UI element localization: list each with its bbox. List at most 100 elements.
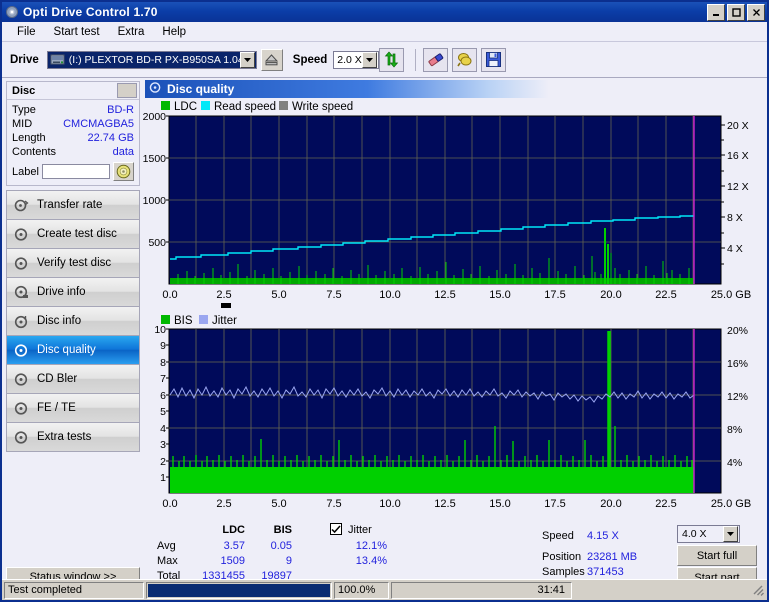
disc-write-icon (14, 227, 29, 242)
sidebar-item-label: Transfer rate (37, 199, 103, 211)
sidebar-item-cd-bler[interactable]: CD Bler (6, 364, 140, 393)
disc-extra-icon (14, 430, 29, 445)
ytick-left-9: 9 (160, 340, 166, 352)
sidebar: Disc Type BD-R MID CMCMAGBA5 Length 22.7… (2, 78, 143, 587)
stats-bis-max: 9 (285, 555, 292, 567)
eject-button[interactable] (260, 48, 283, 71)
resize-grip-icon[interactable] (751, 583, 765, 597)
sidebar-item-label: CD Bler (37, 373, 78, 385)
drive-select[interactable]: (I:) PLEXTOR BD-R PX-B950SA 1.04 (46, 50, 257, 69)
stats-col-header-bis: BIS (273, 524, 292, 536)
magnifier-icon[interactable] (452, 47, 478, 72)
ytick-left-10: 10 (154, 324, 166, 336)
xtick-17.5: 17.5 (544, 289, 565, 301)
xtick-0: 0.0 (162, 289, 177, 301)
main-header: Disc quality (145, 80, 549, 98)
window-title: Opti Drive Control 1.70 (23, 5, 158, 19)
menu-item-help[interactable]: Help (153, 24, 195, 40)
speed-select[interactable]: 2.0 X (333, 50, 380, 69)
drive-select-arrow[interactable] (239, 51, 255, 68)
maximize-button[interactable] (727, 3, 745, 21)
disc-row-type-value: BD-R (107, 104, 134, 116)
speed-select-arrow[interactable] (362, 51, 378, 68)
xtick-25: 25.0 GB (711, 289, 751, 301)
menu-bar: File Start test Extra Help (2, 22, 767, 42)
start-full-button[interactable]: Start full (677, 545, 757, 566)
top-chart-svg: LDC Read speed Write speed 2000 1500 100… (143, 98, 765, 313)
stats-samples-value: 371453 (587, 566, 624, 578)
sidebar-item-verify-test-disc[interactable]: Verify test disc (6, 248, 140, 277)
main-panel: Disc quality LDC Read speed Write speed (143, 78, 767, 588)
stats-ldc-max: 1509 (220, 555, 245, 567)
minimize-button[interactable] (707, 3, 725, 21)
sidebar-item-label: Verify test disc (37, 257, 112, 269)
sidebar-item-create-test-disc[interactable]: Create test disc (6, 219, 140, 248)
ytick-right-12pct: 12% (727, 391, 748, 403)
stats-position-value: 23281 MB (587, 551, 638, 563)
sidebar-item-disc-info[interactable]: Disc info (6, 306, 140, 335)
page-title: Disc quality (167, 82, 235, 96)
xtick-10: 10.0 (379, 498, 400, 510)
xtick-22.5: 22.5 (655, 498, 676, 510)
sidebar-item-drive-info[interactable]: Drive info (6, 277, 140, 306)
test-speed-select-arrow[interactable] (723, 526, 738, 542)
save-icon[interactable] (481, 47, 507, 72)
jitter-label: Jitter (348, 524, 372, 536)
sidebar-item-extra-tests[interactable]: Extra tests (6, 422, 140, 452)
disc-panel-header: Disc (7, 82, 139, 100)
disc-row-type-key: Type (12, 104, 36, 116)
status-message: Test completed (4, 581, 144, 599)
stats-row-label-max: Max (157, 555, 178, 567)
disc-label-input[interactable] (41, 164, 110, 179)
ytick-left-2: 2 (160, 456, 166, 468)
legend-swatch-jitter (199, 315, 208, 324)
legend-swatch-write-speed (279, 101, 288, 110)
xtick-20: 20.0 (600, 498, 621, 510)
menu-item-file[interactable]: File (8, 24, 45, 40)
test-speed-select[interactable]: 4.0 X (677, 525, 740, 543)
sidebar-item-label: Drive info (37, 286, 86, 298)
disc-fete-icon (14, 401, 29, 416)
menu-item-start-test[interactable]: Start test (45, 24, 109, 40)
disc-rate-icon (14, 198, 29, 213)
ytick-left-3: 3 (160, 439, 166, 451)
test-speed-select-value: 4.0 X (682, 528, 707, 540)
sidebar-item-label: Extra tests (37, 431, 92, 443)
menu-item-extra[interactable]: Extra (109, 24, 154, 40)
sidebar-item-label: Disc quality (37, 344, 96, 356)
sidebar-item-disc-quality[interactable]: Disc quality (6, 335, 140, 364)
sidebar-item-transfer-rate[interactable]: Transfer rate (6, 190, 140, 219)
sidebar-nav: Transfer rate Create test disc Verify te… (6, 190, 140, 452)
stats-row-label-avg: Avg (157, 540, 176, 552)
refresh-icon[interactable] (379, 47, 405, 72)
legend-label-write-speed: Write speed (292, 101, 353, 113)
disc-row-length: Length 22.74 GB (12, 131, 134, 145)
status-bar: Test completed 100.0% 31:41 (2, 579, 767, 600)
disc-row-mid-value: CMCMAGBA5 (63, 118, 134, 130)
disc-row-length-value: 22.74 GB (87, 132, 134, 144)
stats-ldc-avg: 3.57 (223, 540, 245, 552)
disc-bler-icon (14, 372, 29, 387)
xtick-25: 25.0 GB (711, 498, 751, 510)
stats-jitter-max: 13.4% (355, 555, 387, 567)
xtick-2.5: 2.5 (216, 498, 231, 510)
top-chart: LDC Read speed Write speed 2000 1500 100… (143, 98, 767, 313)
stats-samples-label: Samples (542, 566, 585, 578)
eraser-icon[interactable] (423, 47, 449, 72)
xtick-22.5: 22.5 (655, 289, 676, 301)
disc-row-mid: MID CMCMAGBA5 (12, 117, 134, 131)
cd-icon[interactable] (113, 162, 134, 181)
disc-panel-title: Disc (12, 84, 36, 97)
sidebar-item-fe-te[interactable]: FE / TE (6, 393, 140, 422)
bottom-chart: BIS Jitter 10 9 8 7 6 5 4 3 2 1 20% 16% … (143, 313, 767, 518)
ytick-right-4x: 4 X (727, 243, 743, 255)
close-button[interactable] (747, 3, 765, 21)
ytick-right-16pct: 16% (727, 358, 748, 370)
disc-verify-icon (14, 256, 29, 271)
disc-quality-icon (149, 81, 162, 97)
legend-swatch-bis (161, 315, 170, 324)
stats-jitter-avg: 12.1% (355, 540, 387, 552)
bottom-chart-svg: BIS Jitter 10 9 8 7 6 5 4 3 2 1 20% 16% … (143, 313, 765, 518)
legend-swatch-ldc (161, 101, 170, 110)
jitter-checkbox[interactable] (330, 523, 342, 535)
